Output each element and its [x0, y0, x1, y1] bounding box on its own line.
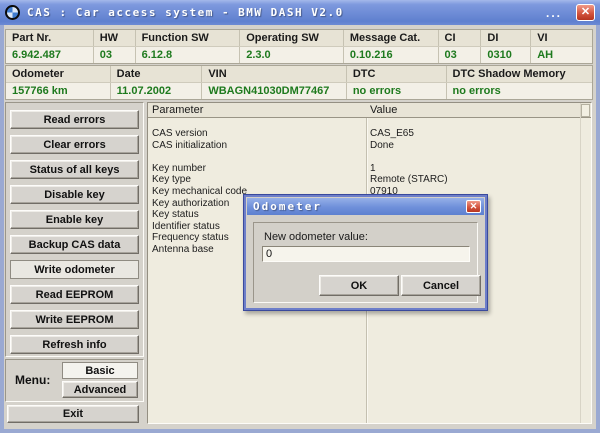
- sidebar-button[interactable]: Clear errors: [10, 135, 139, 154]
- info-value-cell: 03: [439, 47, 482, 63]
- info-table-2: OdometerDateVINDTCDTC Shadow Memory 1577…: [5, 65, 593, 100]
- parameter-value: 1: [366, 163, 376, 175]
- dialog-close-icon[interactable]: ✕: [466, 200, 481, 213]
- parameter-value: Remote (STARC): [366, 174, 448, 186]
- parameter-value: Done: [366, 140, 394, 152]
- info-value-cell: 2.3.0: [240, 47, 344, 63]
- dialog-title: Odometer: [253, 200, 466, 213]
- parameter-name: CAS initialization: [148, 140, 366, 152]
- menu-panel: Menu: Basic Advanced: [5, 359, 144, 402]
- parameter-row: Key type Remote (STARC): [148, 174, 591, 186]
- value-column-header: Value: [370, 104, 397, 116]
- more-button[interactable]: ...: [546, 6, 562, 20]
- info-header-row-1: Part Nr.HWFunction SWOperating SWMessage…: [6, 30, 592, 46]
- sidebar-button[interactable]: Status of all keys: [10, 160, 139, 179]
- parameter-row: CAS initialization Done: [148, 140, 591, 152]
- info-header-cell: Odometer: [6, 66, 111, 82]
- info-value-cell: no errors: [447, 83, 593, 99]
- parameter-name: Key type: [148, 174, 366, 186]
- info-header-cell: Message Cat.: [344, 30, 439, 46]
- info-value-row-1: 6.942.487036.12.82.3.00.10.216030310AH: [6, 46, 592, 63]
- close-icon[interactable]: ✕: [576, 4, 595, 21]
- menu-buttons: Basic Advanced: [62, 362, 138, 398]
- info-value-cell: 11.07.2002: [111, 83, 203, 99]
- odometer-dialog: Odometer ✕ New odometer value: OK Cancel: [243, 194, 488, 311]
- info-header-cell: VI: [531, 30, 592, 46]
- info-header-cell: Part Nr.: [6, 30, 94, 46]
- sidebar-button[interactable]: Backup CAS data: [10, 235, 139, 254]
- parameter-value: [366, 151, 370, 163]
- info-value-row-2: 157766 km11.07.2002WBAGN41030DM77467no e…: [6, 82, 592, 99]
- sidebar-button[interactable]: Write odometer: [10, 260, 139, 279]
- sidebar-button[interactable]: Read errors: [10, 110, 139, 129]
- sidebar-button[interactable]: Read EEPROM: [10, 285, 139, 304]
- cancel-button[interactable]: Cancel: [401, 275, 481, 296]
- sidebar-button[interactable]: Enable key: [10, 210, 139, 229]
- new-odometer-label: New odometer value:: [264, 231, 368, 243]
- ok-button[interactable]: OK: [319, 275, 399, 296]
- sidebar-button[interactable]: Refresh info: [10, 335, 139, 354]
- parameter-value: CAS_E65: [366, 128, 414, 140]
- info-header-cell: Function SW: [136, 30, 241, 46]
- dialog-title-bar: Odometer ✕: [247, 198, 484, 215]
- info-header-cell: CI: [439, 30, 482, 46]
- info-header-cell: Date: [111, 66, 203, 82]
- info-header-row-2: OdometerDateVINDTCDTC Shadow Memory: [6, 66, 592, 82]
- parameter-name: [148, 151, 366, 163]
- window-title: CAS : Car access system - BMW DASH V2.0: [27, 6, 344, 19]
- parameter-table-header: Parameter Value: [148, 103, 591, 118]
- info-header-cell: Operating SW: [240, 30, 344, 46]
- menu-mode-button[interactable]: Advanced: [62, 381, 138, 398]
- info-table-1: Part Nr.HWFunction SWOperating SWMessage…: [5, 29, 593, 64]
- bmw-logo-icon: [5, 5, 20, 20]
- parameter-row: CAS version CAS_E65: [148, 128, 591, 140]
- sidebar-button[interactable]: Disable key: [10, 185, 139, 204]
- info-header-cell: VIN: [202, 66, 347, 82]
- info-value-cell: AH: [531, 47, 592, 63]
- odometer-value-input[interactable]: [262, 246, 470, 262]
- info-value-cell: 6.942.487: [6, 47, 94, 63]
- parameter-row: [148, 151, 591, 163]
- scrollbar-thumb[interactable]: [581, 104, 590, 117]
- menu-mode-button[interactable]: Basic: [62, 362, 138, 379]
- menu-label: Menu:: [15, 373, 50, 387]
- info-value-cell: WBAGN41030DM77467: [202, 83, 347, 99]
- info-value-cell: 157766 km: [6, 83, 111, 99]
- info-header-cell: DTC Shadow Memory: [447, 66, 593, 82]
- exit-button[interactable]: Exit: [7, 405, 139, 423]
- info-value-cell: 03: [94, 47, 136, 63]
- app-window: CAS : Car access system - BMW DASH V2.0 …: [0, 0, 600, 433]
- info-header-cell: DI: [481, 30, 531, 46]
- info-header-cell: DTC: [347, 66, 447, 82]
- info-header-cell: HW: [94, 30, 136, 46]
- info-value-cell: 0310: [481, 47, 531, 63]
- parameter-name: Key number: [148, 163, 366, 175]
- info-value-cell: no errors: [347, 83, 447, 99]
- sidebar-button[interactable]: Write EEPROM: [10, 310, 139, 329]
- scrollbar-track[interactable]: [580, 103, 591, 423]
- parameter-name: CAS version: [148, 128, 366, 140]
- parameter-row: Key number 1: [148, 163, 591, 175]
- sidebar: Read errors Clear errors Status of all key…: [5, 102, 144, 357]
- parameter-column-header: Parameter: [152, 104, 203, 116]
- info-value-cell: 0.10.216: [344, 47, 439, 63]
- info-value-cell: 6.12.8: [136, 47, 241, 63]
- title-bar: CAS : Car access system - BMW DASH V2.0 …: [0, 0, 600, 25]
